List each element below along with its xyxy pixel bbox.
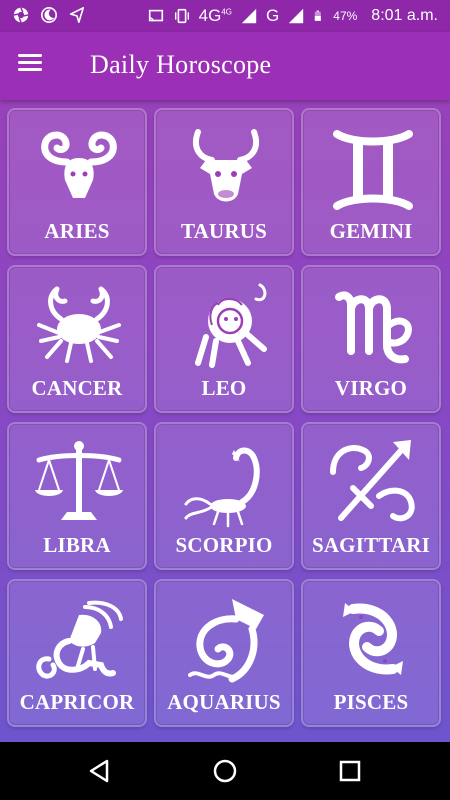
virgo-icon [335,291,412,364]
battery-percent: 47% [333,9,358,23]
battery-icon [315,10,322,21]
sign-label: CANCER [31,376,123,400]
navigation-icon [69,6,85,24]
leo-icon [195,283,267,368]
sign-label: TAURUS [181,219,267,243]
cast-icon [148,9,163,22]
page-title: Daily Horoscope [90,50,272,79]
sign-label: GEMINI [329,219,413,243]
sign-tile-libra[interactable]: LIBRA [7,422,147,570]
zodiac-grid: ARIES TAURUS GEMINI CANCER LEO VIRGO LIB… [7,108,445,727]
sign-label: ARIES [44,219,110,243]
back-icon[interactable] [85,756,115,786]
sign-tile-leo[interactable]: LEO [154,265,294,413]
recents-icon[interactable] [335,756,365,786]
sign-label: LIBRA [43,533,111,557]
carrier-label: G [266,6,280,25]
gemini-icon [333,130,413,210]
sign-label: PISCES [333,690,409,714]
pisces-icon [343,603,403,675]
status-bar: 4G4G G 47% 8:01 a.m. [0,0,450,32]
sign-tile-aries[interactable]: ARIES [7,108,147,256]
sign-label: CAPRICOR [19,690,135,714]
network-type: 4G4G [198,6,233,25]
sign-label: SCORPIO [175,533,273,557]
signal-icon [289,8,304,24]
aquarius-icon [188,599,264,683]
sign-tile-gemini[interactable]: GEMINI [301,108,441,256]
sign-tile-sagittarius[interactable]: SAGITTARI [301,422,441,570]
signal-icon [241,8,257,24]
sagittarius-icon [330,440,415,522]
sign-label: LEO [201,376,247,400]
hamburger-menu-icon[interactable] [18,50,52,82]
vibrate-icon [174,8,189,24]
moon-icon [40,6,58,24]
cancer-icon [37,286,121,363]
sign-label: AQUARIUS [167,690,281,714]
sign-tile-taurus[interactable]: TAURUS [154,108,294,256]
navigation-bar [0,742,450,800]
taurus-icon [192,129,260,202]
home-icon[interactable] [210,756,240,786]
sign-tile-cancer[interactable]: CANCER [7,265,147,413]
sign-tile-virgo[interactable]: VIRGO [301,265,441,413]
libra-icon [35,441,123,520]
sign-tile-scorpio[interactable]: SCORPIO [154,422,294,570]
sign-tile-aquarius[interactable]: AQUARIUS [154,579,294,727]
app-bar: Daily Horoscope [0,32,450,100]
aperture-icon [13,7,29,23]
scorpio-icon [184,447,260,528]
sign-label: SAGITTARI [311,533,431,557]
capricorn-icon [36,600,123,679]
sign-tile-pisces[interactable]: PISCES [301,579,441,727]
aries-icon [41,131,117,198]
clock: 8:01 a.m. [371,7,438,24]
sign-tile-capricorn[interactable]: CAPRICOR [7,579,147,727]
sign-label: VIRGO [334,376,408,400]
